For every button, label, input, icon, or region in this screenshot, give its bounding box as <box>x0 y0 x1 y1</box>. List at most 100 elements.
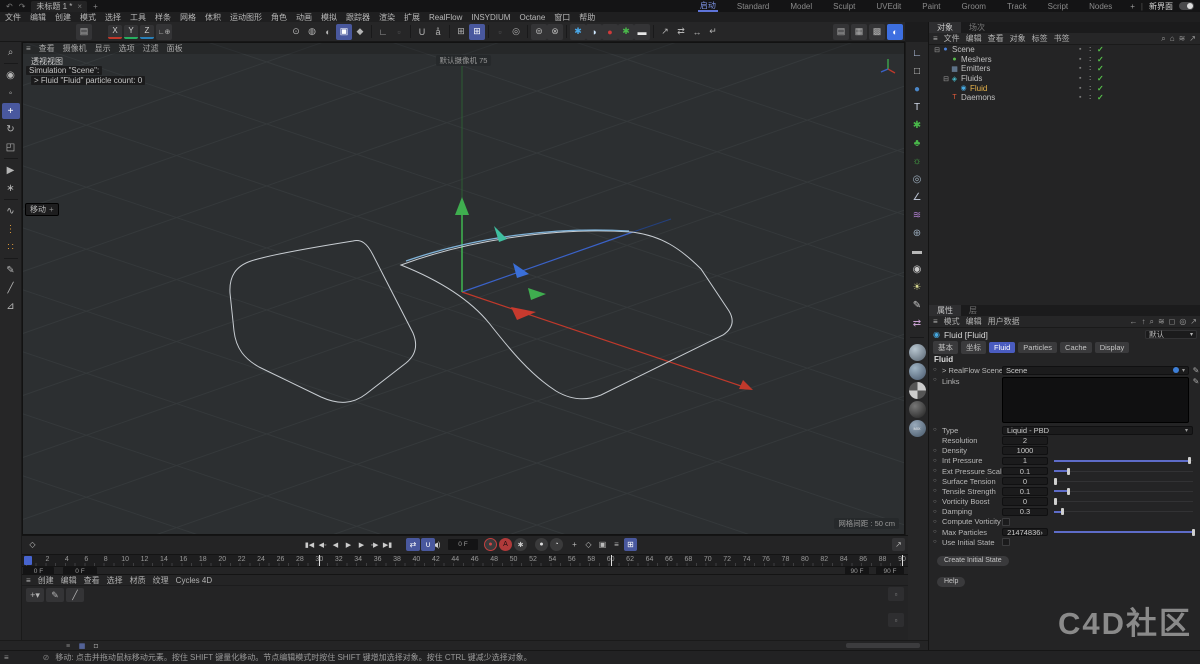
help-button[interactable]: Help <box>937 577 965 587</box>
mm-menu-创建[interactable]: 创建 <box>38 575 54 586</box>
axis-lock-x[interactable]: X <box>108 25 122 39</box>
live-selection-tool[interactable]: ◉ <box>2 67 20 83</box>
visibility-dots-icon[interactable]: : <box>1089 65 1091 72</box>
find-tool[interactable]: ⌕ <box>2 44 20 60</box>
tab-takes[interactable]: 场次 <box>961 22 993 33</box>
slider-knob[interactable] <box>1067 468 1070 475</box>
layer-chip-icon[interactable]: ▪ <box>1079 75 1081 82</box>
eyedropper-icon[interactable]: ✎ <box>1191 377 1200 386</box>
layer-chip-icon[interactable]: ▪ <box>1079 94 1081 101</box>
menu-item-样条[interactable]: 样条 <box>155 12 171 23</box>
knife-tool[interactable]: ╱ <box>2 280 20 296</box>
layout-tab-启动[interactable]: 启动 <box>698 1 718 12</box>
menu-item-网格[interactable]: 网格 <box>180 12 196 23</box>
layout-tab-paint[interactable]: Paint <box>920 1 942 12</box>
menu-item-选择[interactable]: 选择 <box>105 12 121 23</box>
om-menu-文件[interactable]: 文件 <box>944 33 960 44</box>
quantize-icon[interactable]: ⊞ <box>453 24 469 40</box>
menu-item-帮助[interactable]: 帮助 <box>579 12 595 23</box>
axis-lock-y[interactable]: Y <box>124 25 138 39</box>
enabled-check-icon[interactable]: ✓ <box>1097 93 1104 102</box>
viewport-menu-面板[interactable]: 面板 <box>167 43 183 54</box>
next-key-icon[interactable]: ◦▶ <box>368 538 381 551</box>
keyframe-settings-icon[interactable]: ✱ <box>514 538 527 551</box>
next-frame-icon[interactable]: ▶ <box>355 538 368 551</box>
panel-option-icon-2[interactable]: ▫ <box>888 613 904 627</box>
key-pla-icon[interactable]: ◇ <box>582 538 595 551</box>
om-menu-查看[interactable]: 查看 <box>988 33 1004 44</box>
slider-knob[interactable] <box>1067 488 1070 495</box>
document-tab[interactable]: 未标题 1 * × <box>31 1 87 12</box>
layer-chip-icon[interactable]: ▪ <box>1079 65 1081 72</box>
record-keyframe-icon[interactable]: ● <box>484 538 497 551</box>
mm-menu-Cycles 4D[interactable]: Cycles 4D <box>176 576 212 585</box>
spline-text-icon[interactable]: T <box>908 99 927 115</box>
save-incremental-icon[interactable]: ▦ <box>851 24 867 40</box>
am-menu-模式[interactable]: 模式 <box>944 316 960 327</box>
visibility-dots-icon[interactable]: : <box>1089 75 1091 82</box>
asset-browser-icon[interactable]: ▤ <box>833 24 849 40</box>
viewport-menu-过滤[interactable]: 过滤 <box>143 43 159 54</box>
insydium-icon[interactable]: ● <box>602 24 618 40</box>
move-tool[interactable]: + <box>2 103 20 119</box>
edit-material-icon[interactable]: ✎ <box>46 588 64 602</box>
metaball-icon[interactable]: ◎ <box>908 171 927 187</box>
mm-menu-编辑[interactable]: 编辑 <box>61 575 77 586</box>
om-menu-对象[interactable]: 对象 <box>1010 33 1026 44</box>
key-filter-icon[interactable]: ≡ <box>610 538 623 551</box>
scale-tool[interactable]: ◰ <box>2 139 20 155</box>
mm-menu-查看[interactable]: 查看 <box>84 575 100 586</box>
prev-frame-icon[interactable]: ◀ <box>329 538 342 551</box>
mm-menu-纹理[interactable]: 纹理 <box>153 575 169 586</box>
arrange-icon[interactable]: ⇄ <box>673 24 689 40</box>
layout-tab-standard[interactable]: Standard <box>735 1 771 12</box>
hamburger-icon[interactable]: ≡ <box>26 576 31 585</box>
layout-tab-model[interactable]: Model <box>788 1 814 12</box>
workplane-icon[interactable]: ∟ <box>375 24 391 40</box>
tree-row-fluid[interactable]: ◉Fluid▪:✓ <box>929 83 1200 93</box>
attr-tab-坐标[interactable]: 坐标 <box>961 341 986 354</box>
up-icon[interactable]: ↑ <box>1141 317 1145 327</box>
links-box[interactable] <box>1002 377 1189 423</box>
tab-layers[interactable]: 层 <box>961 305 985 316</box>
menu-item-工具[interactable]: 工具 <box>130 12 146 23</box>
capsule-icon[interactable]: ▬ <box>634 24 650 40</box>
menu-item-RealFlow[interactable]: RealFlow <box>429 13 462 22</box>
axis-icon[interactable]: ∠ <box>908 189 927 205</box>
visibility-dots-icon[interactable]: : <box>1089 56 1091 63</box>
om-menu-编辑[interactable]: 编辑 <box>966 33 982 44</box>
key-axes-icon[interactable]: + <box>568 538 581 551</box>
prev-key-icon[interactable]: ◀◦ <box>316 538 329 551</box>
disabled-tool-icon[interactable]: ▫ <box>391 24 407 40</box>
menu-item-动画[interactable]: 动画 <box>296 12 312 23</box>
redo-icon[interactable]: ↷ <box>19 2 26 11</box>
quantize-settings-icon[interactable]: ⊞ <box>469 24 485 40</box>
layout-tab-sculpt[interactable]: Sculpt <box>831 1 857 12</box>
disabled-grid-icon[interactable]: ▫ <box>492 24 508 40</box>
mograph-cloner-icon[interactable]: ♣ <box>908 135 927 151</box>
filter-icon[interactable]: ≋ <box>1158 317 1165 327</box>
mm-menu-选择[interactable]: 选择 <box>107 575 123 586</box>
material-dark[interactable] <box>909 401 926 418</box>
param-checkbox[interactable] <box>1002 518 1010 526</box>
library-icon[interactable]: ▩ <box>869 24 885 40</box>
mode-a-icon[interactable]: ⊜ <box>531 24 547 40</box>
half-view-icon[interactable]: ◘ <box>90 642 102 650</box>
slider-knob[interactable] <box>1192 529 1195 536</box>
tree-row-emitters[interactable]: ▦Emitters▪:✓ <box>929 64 1200 74</box>
enabled-check-icon[interactable]: ✓ <box>1097 74 1104 83</box>
hamburger-icon[interactable]: ≡ <box>4 653 9 662</box>
param-value-field[interactable]: 2 <box>1002 436 1048 445</box>
hamburger-icon[interactable]: ≡ <box>933 317 938 326</box>
snap-enable-icon[interactable]: U <box>414 24 430 40</box>
material-sphere-1[interactable] <box>909 344 926 361</box>
selection-sub-dot[interactable]: ◦ <box>2 85 20 101</box>
material-checker[interactable] <box>909 382 926 399</box>
object-name[interactable]: Fluid <box>970 84 987 93</box>
hamburger-icon[interactable]: ≡ <box>933 34 938 43</box>
search-icon[interactable]: ⌕ <box>1149 317 1153 327</box>
viewport-menu-显示[interactable]: 显示 <box>95 43 111 54</box>
viewport[interactable]: ≡查看摄像机显示选项过滤面板 透视视图 Simulation "Scene": … <box>22 42 905 535</box>
coordinate-system-button[interactable]: ∟⊕ <box>156 24 172 40</box>
render-view-icon[interactable]: ⊙ <box>288 24 304 40</box>
